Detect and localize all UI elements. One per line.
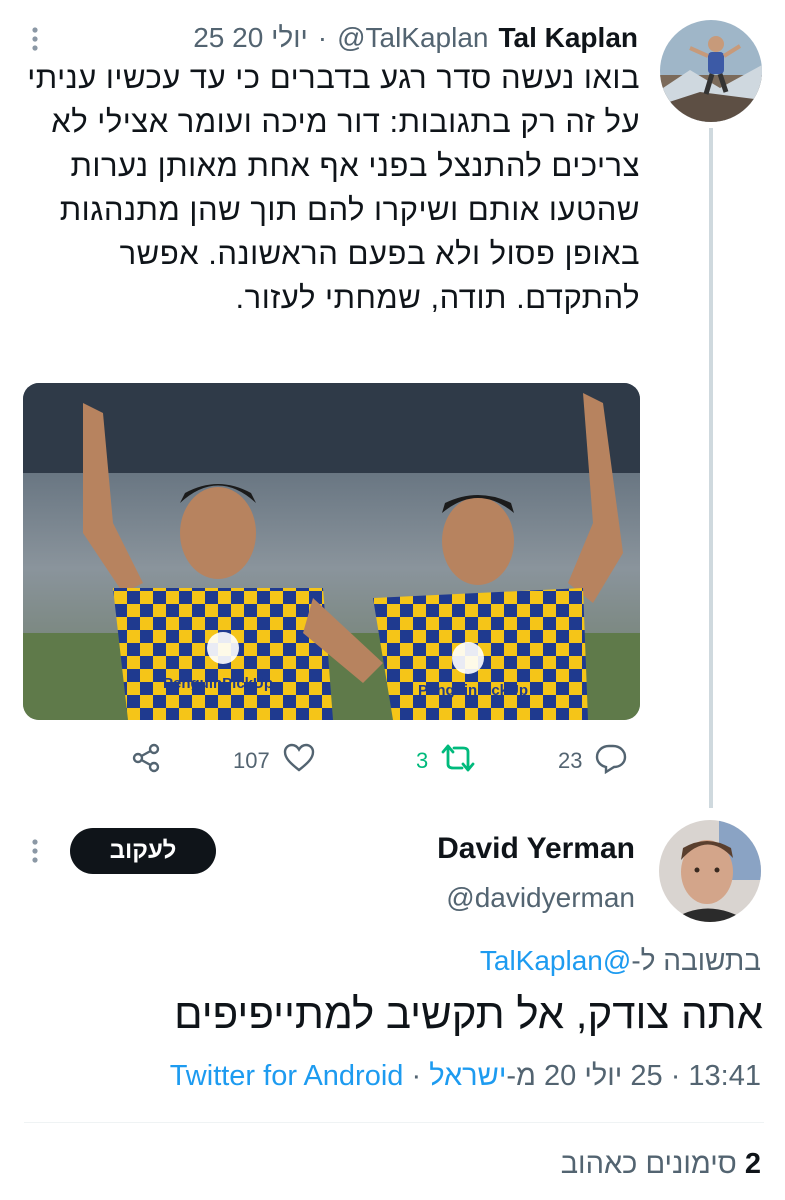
tweet-meta: 13:41 · 25 יולי 20 מ-ישראל · Twitter for… [169, 1060, 761, 1092]
more-options-icon[interactable] [30, 26, 46, 58]
tweet-date-2[interactable]: 25 יולי 20 [544, 1060, 663, 1092]
likes-label: סימונים כאהוב [560, 1148, 737, 1180]
reply-text: אתה צודק, אל תקשיב למתייפיפים [174, 990, 763, 1037]
share-icon[interactable] [130, 742, 162, 779]
like-action[interactable]: 107 [233, 742, 316, 780]
avatar-tal-kaplan[interactable] [660, 20, 762, 122]
author-handle[interactable]: @TalKaplan [337, 22, 488, 54]
likes-count: 2 [744, 1148, 761, 1180]
retweet-action[interactable]: 3 [416, 742, 476, 780]
author-handle-2[interactable]: @davidyerman [446, 882, 635, 914]
tweet-date[interactable]: 25 יולי 20 [193, 22, 308, 54]
sponsor-text-right: PenguinPickUp [418, 682, 528, 699]
like-icon [282, 742, 316, 780]
tweet-header: 25 יולי 20 · @TalKaplan Tal Kaplan [193, 22, 638, 54]
more-options-icon-2[interactable] [30, 838, 40, 869]
reply-count: 23 [558, 748, 583, 773]
location-link[interactable]: ישראל [429, 1060, 506, 1092]
divider [24, 1122, 764, 1123]
avatar-david-yerman[interactable] [659, 820, 761, 922]
author-name[interactable]: Tal Kaplan [498, 22, 638, 54]
retweet-icon [440, 742, 476, 780]
tweet-time[interactable]: 13:41 [688, 1060, 761, 1092]
reply-prefix: בתשובה ל- [631, 945, 761, 976]
thread-line [709, 128, 713, 808]
separator: · [317, 22, 328, 53]
like-count: 107 [233, 748, 270, 773]
likes-summary[interactable]: 2 סימונים כאהוב [561, 1148, 761, 1181]
reply-icon [594, 742, 628, 780]
follow-button[interactable]: לעקוב [70, 828, 216, 874]
location-prefix: מ- [506, 1060, 536, 1092]
tweet-image[interactable]: PenguinPickUp PenguinPickUp [23, 383, 640, 720]
author-name-2[interactable]: David Yerman [437, 832, 635, 866]
client-link[interactable]: Twitter for Android [170, 1060, 404, 1092]
reply-context: בתשובה ל-@TalKaplan [480, 945, 761, 977]
retweet-count: 3 [416, 748, 429, 773]
sponsor-text-left: PenguinPickUp [163, 675, 273, 692]
reply-action[interactable]: 23 [558, 742, 628, 780]
reply-to-link[interactable]: @TalKaplan [480, 945, 631, 976]
tweet-text: בואו נעשה סדר רגע בדברים כי עד עכשיו עני… [27, 60, 640, 315]
